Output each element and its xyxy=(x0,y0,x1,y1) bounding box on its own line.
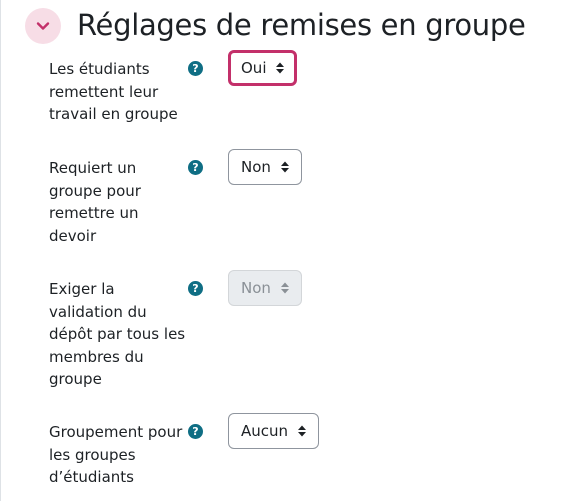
help-icon[interactable]: ? xyxy=(188,61,203,76)
section-title: Réglages de remises en groupe xyxy=(77,8,526,42)
help-icon[interactable]: ? xyxy=(188,424,203,439)
field-label-require-all-members: Exiger la validation du dépôt par tous l… xyxy=(49,280,186,388)
sort-icon xyxy=(280,161,289,173)
select-group-submission[interactable]: Oui xyxy=(228,50,298,86)
sort-icon xyxy=(280,282,289,294)
select-value: Aucun xyxy=(241,422,289,440)
group-submission-settings-panel: Réglages de remises en groupe Les étudia… xyxy=(0,0,584,501)
collapse-toggle-button[interactable] xyxy=(25,8,61,44)
chevron-down-icon xyxy=(35,18,51,34)
select-value: Non xyxy=(241,158,271,176)
section-header: Réglages de remises en groupe xyxy=(1,0,584,52)
select-require-all-members: Non xyxy=(228,270,302,306)
help-icon[interactable]: ? xyxy=(188,281,203,296)
sort-icon xyxy=(298,425,307,437)
help-icon[interactable]: ? xyxy=(188,160,203,175)
select-value: Oui xyxy=(241,59,267,77)
select-require-group[interactable]: Non xyxy=(228,149,302,185)
field-label-require-group: Requiert un groupe pour remettre un devo… xyxy=(49,159,141,245)
sort-icon xyxy=(276,62,285,74)
select-grouping[interactable]: Aucun xyxy=(228,413,320,449)
select-value: Non xyxy=(241,279,271,297)
field-label-grouping: Groupement pour les groupes d’étudiants xyxy=(49,423,183,486)
field-label-group-submission: Les étudiants remettent leur travail en … xyxy=(49,60,178,123)
